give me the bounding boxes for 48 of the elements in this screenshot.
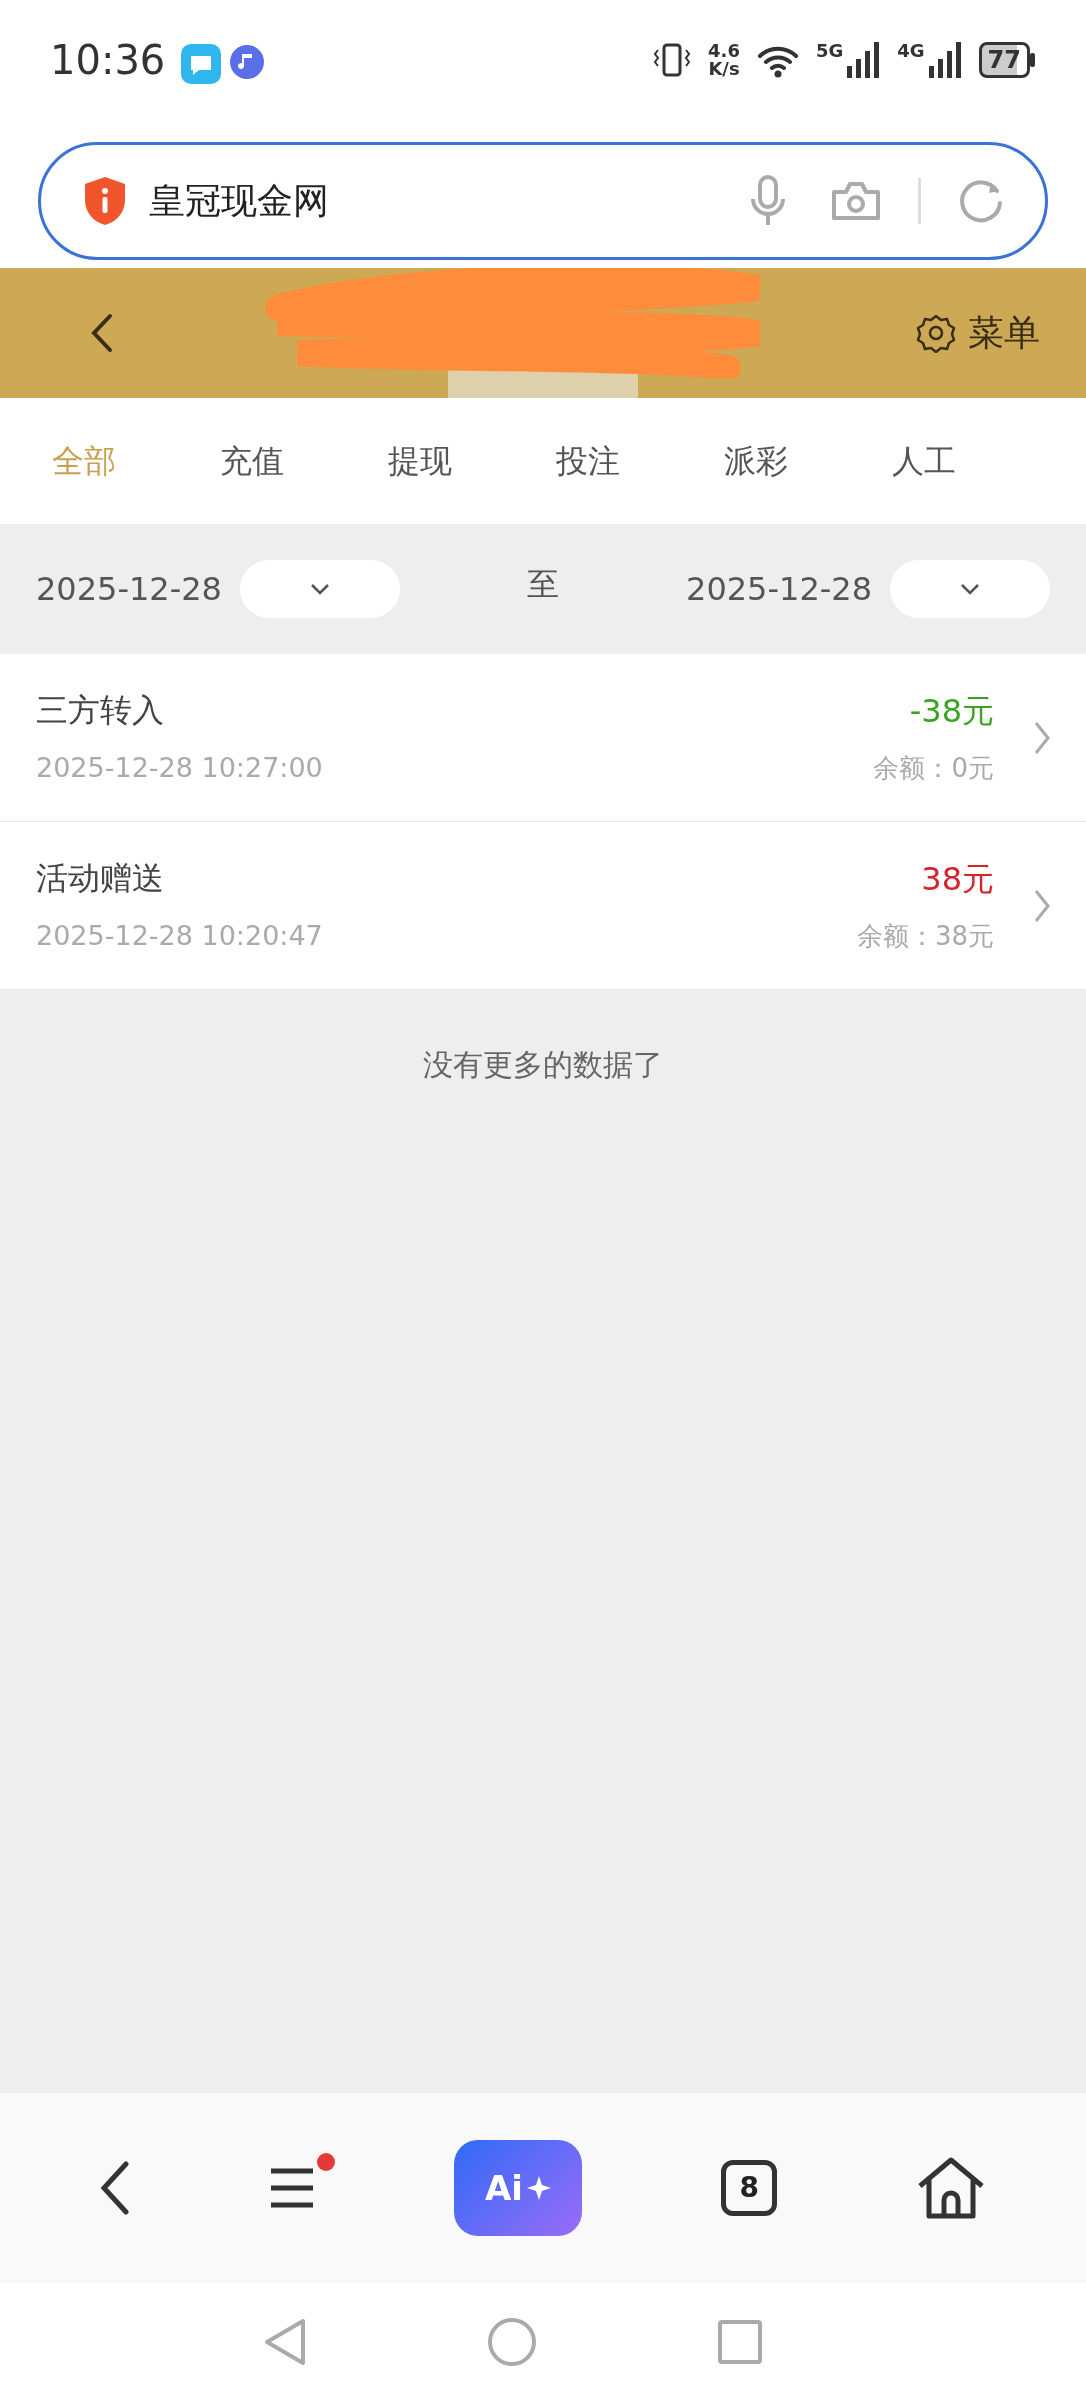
menu-icon[interactable] (268, 2167, 315, 2209)
record-balance: 余额：0元 (873, 752, 994, 785)
signal-icon (847, 42, 882, 78)
network-speed: 4.6 (708, 42, 740, 60)
back-icon[interactable] (99, 2161, 130, 2215)
ai-button[interactable]: Ai (453, 2140, 582, 2236)
record-title: 三方转入 (36, 690, 165, 732)
settings-icon (916, 313, 956, 353)
back-triangle-icon[interactable] (263, 2316, 307, 2367)
chevron-down-icon (960, 583, 980, 595)
menu-button[interactable]: 菜单 (910, 305, 1046, 361)
chevron-down-icon (309, 583, 330, 595)
category-tab[interactable]: 充值 (168, 437, 336, 485)
date-separator: 至 (526, 564, 560, 605)
camera-icon[interactable] (830, 180, 882, 222)
battery-level: 77 (978, 42, 1030, 78)
refresh-icon[interactable] (957, 177, 1005, 225)
chevron-right-icon (1034, 888, 1050, 923)
tabs-count-button[interactable]: 8 (721, 2160, 778, 2216)
recents-square-icon[interactable] (717, 2318, 763, 2365)
address-text: 皇冠现金网 (149, 179, 330, 223)
status-time: 10:36 (50, 40, 166, 80)
chevron-right-icon (1034, 720, 1050, 755)
music-app-icon (229, 44, 266, 80)
category-tab[interactable]: 人工 (840, 437, 1008, 485)
record-title: 活动赠送 (36, 858, 165, 900)
battery-tip-icon (1030, 53, 1036, 67)
signal-icon (928, 42, 963, 78)
record-amount: -38元 (909, 691, 994, 732)
chat-app-icon (181, 44, 222, 84)
network-speed-unit: K/s (708, 60, 740, 78)
start-date: 2025-12-28 (36, 569, 222, 610)
record-time: 2025-12-28 10:27:00 (36, 751, 323, 786)
category-tab[interactable]: 派彩 (672, 437, 840, 485)
end-date: 2025-12-28 (686, 569, 872, 610)
end-of-list-message: 没有更多的数据了 (423, 1046, 663, 1082)
category-tab[interactable]: 投注 (504, 437, 672, 485)
record-amount: 38元 (921, 859, 994, 900)
record-time: 2025-12-28 10:20:47 (36, 919, 323, 954)
microphone-icon[interactable] (750, 175, 786, 227)
network-type: 5G (815, 42, 844, 60)
back-icon[interactable] (90, 313, 114, 353)
address-bar[interactable]: 皇冠现金网 (38, 142, 1048, 260)
record-balance: 余额：38元 (856, 920, 994, 953)
network-type: 4G (897, 42, 925, 60)
category-tab[interactable]: 提现 (336, 437, 504, 485)
home-circle-icon[interactable] (487, 2316, 537, 2367)
sparkle-icon (526, 2176, 551, 2200)
